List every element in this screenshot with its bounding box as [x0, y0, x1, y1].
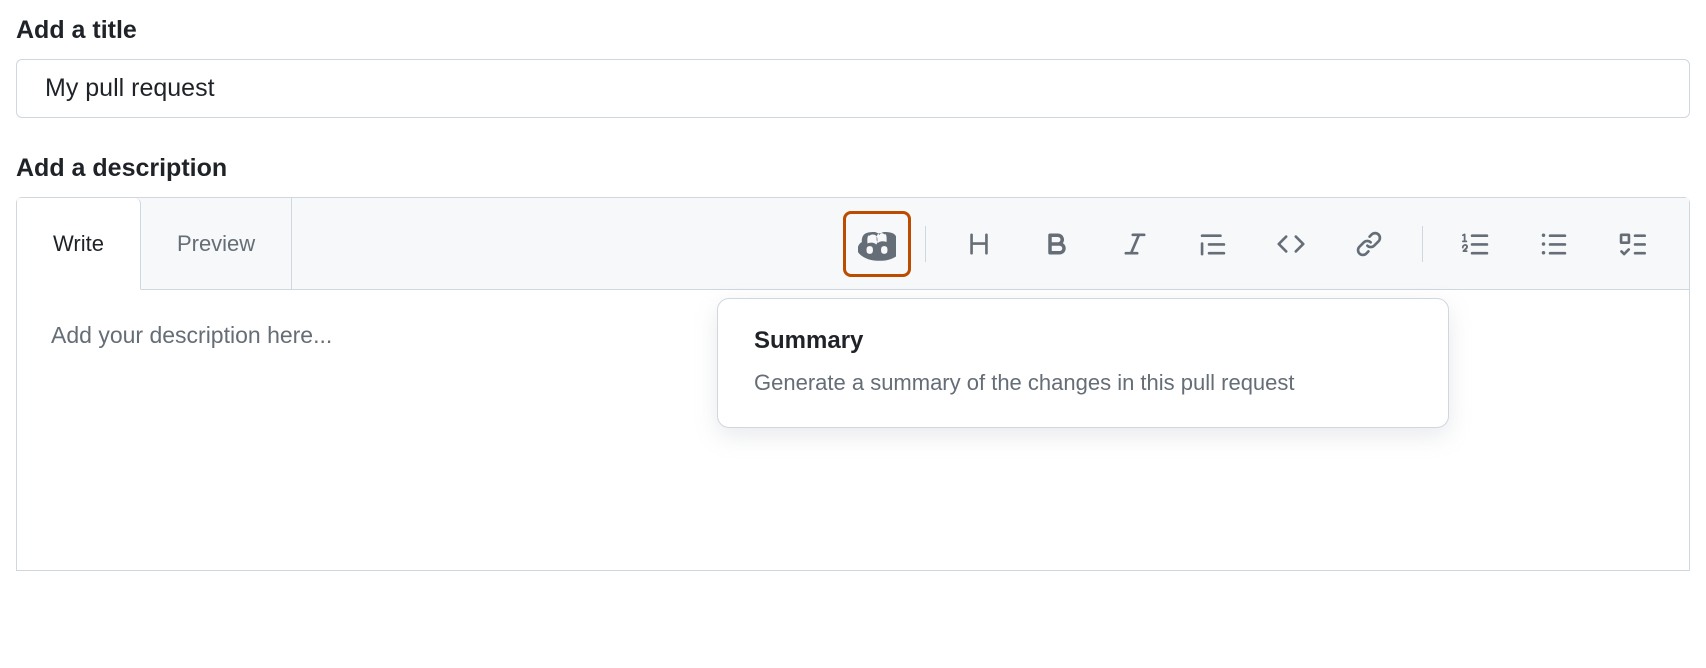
code-icon[interactable]	[1252, 216, 1330, 272]
copilot-dropdown[interactable]: Summary Generate a summary of the change…	[717, 298, 1449, 428]
editor-header: Write Preview	[17, 198, 1689, 290]
dropdown-title: Summary	[754, 327, 1412, 355]
bold-icon[interactable]	[1018, 216, 1096, 272]
dropdown-description: Generate a summary of the changes in thi…	[754, 367, 1412, 399]
ordered-list-icon[interactable]	[1437, 216, 1515, 272]
tab-preview[interactable]: Preview	[141, 198, 292, 289]
description-textarea[interactable]: Add your description here... Summary Gen…	[17, 290, 1689, 570]
heading-icon[interactable]	[940, 216, 1018, 272]
description-heading: Add a description	[16, 154, 1690, 183]
description-editor: Write Preview	[16, 197, 1690, 571]
task-list-icon[interactable]	[1593, 216, 1671, 272]
copilot-icon[interactable]	[843, 211, 911, 277]
quote-icon[interactable]	[1174, 216, 1252, 272]
description-placeholder: Add your description here...	[51, 322, 332, 348]
toolbar-divider	[1422, 226, 1423, 262]
italic-icon[interactable]	[1096, 216, 1174, 272]
title-heading: Add a title	[16, 16, 1690, 45]
formatting-toolbar	[843, 211, 1689, 277]
tab-write[interactable]: Write	[17, 198, 141, 290]
unordered-list-icon[interactable]	[1515, 216, 1593, 272]
title-input[interactable]	[16, 59, 1690, 118]
link-icon[interactable]	[1330, 216, 1408, 272]
editor-tabs: Write Preview	[17, 198, 292, 289]
toolbar-divider	[925, 226, 926, 262]
